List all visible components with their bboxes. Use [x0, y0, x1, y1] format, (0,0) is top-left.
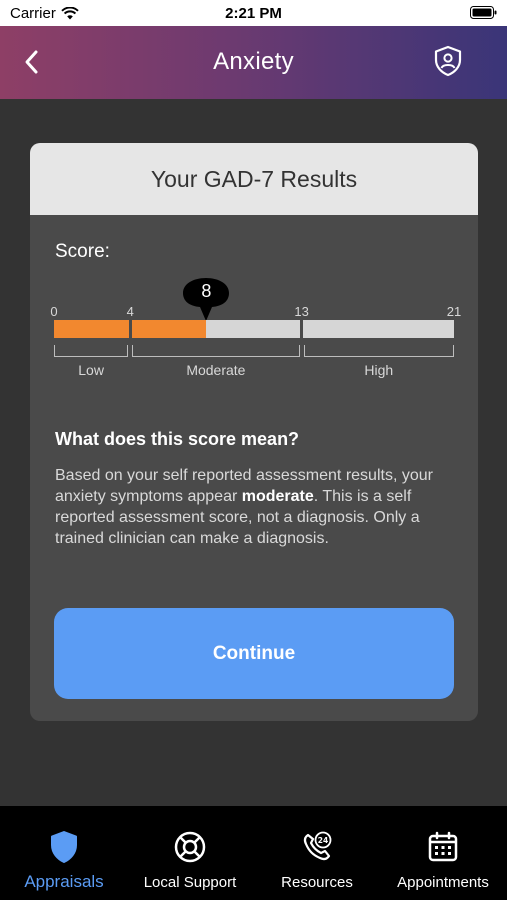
status-bar: Carrier 2:21 PM [0, 0, 507, 26]
page-title: Anxiety [213, 48, 294, 75]
profile-shield-button[interactable] [433, 45, 463, 77]
scale-segment-moderate-remaining [206, 320, 301, 338]
range-bracket-low [54, 345, 129, 357]
tab-resources[interactable]: 24 Resources [254, 806, 380, 900]
svg-text:24: 24 [318, 836, 328, 845]
range-label-moderate: Moderate [186, 362, 246, 378]
continue-button[interactable]: Continue [54, 608, 454, 699]
tab-label: Appraisals [24, 872, 104, 891]
tab-appraisals[interactable]: Appraisals [1, 806, 127, 900]
battery-icon [470, 6, 497, 23]
calendar-icon [428, 831, 458, 862]
clock: 2:21 PM [225, 5, 282, 22]
range-bracket-moderate [132, 345, 300, 357]
tab-label: Resources [281, 874, 353, 891]
tab-label: Local Support [143, 874, 237, 891]
score-value: 8 [201, 281, 212, 301]
tick-label: 4 [126, 304, 134, 319]
lifebuoy-icon [174, 831, 206, 863]
shield-icon [51, 831, 77, 863]
tick-label: 0 [50, 304, 58, 319]
score-scale: 8 0 4 13 21 Low Moderate High [50, 278, 461, 378]
meaning-paragraph: Based on your self reported assessment r… [55, 465, 460, 549]
scale-segment-moderate-filled [131, 320, 207, 338]
range-label-low: Low [78, 362, 104, 378]
tab-appointments[interactable]: Appointments [380, 806, 506, 900]
severity-word: moderate [241, 488, 314, 505]
card-title: Your GAD-7 Results [30, 143, 478, 215]
score-label: Score: [55, 241, 110, 262]
phone-24-icon: 24 [303, 831, 332, 861]
shield-user-icon [434, 45, 462, 77]
tick-label: 21 [446, 304, 462, 319]
meaning-heading: What does this score mean? [55, 429, 300, 449]
tab-label: Appointments [397, 874, 489, 891]
results-card: Your GAD-7 Results Score: 8 0 4 13 21 Lo… [30, 143, 478, 721]
bottom-tab-bar: Appraisals Local Support 24 Resources Ap… [0, 806, 507, 900]
range-label-high: High [364, 362, 394, 378]
scale-segment-high [303, 320, 454, 338]
tick-label: 13 [294, 304, 309, 319]
tab-local-support[interactable]: Local Support [127, 806, 253, 900]
scale-segment-low [54, 320, 129, 338]
score-marker: 8 [183, 278, 230, 322]
nav-header: Anxiety [0, 26, 507, 99]
range-bracket-high [303, 345, 454, 357]
